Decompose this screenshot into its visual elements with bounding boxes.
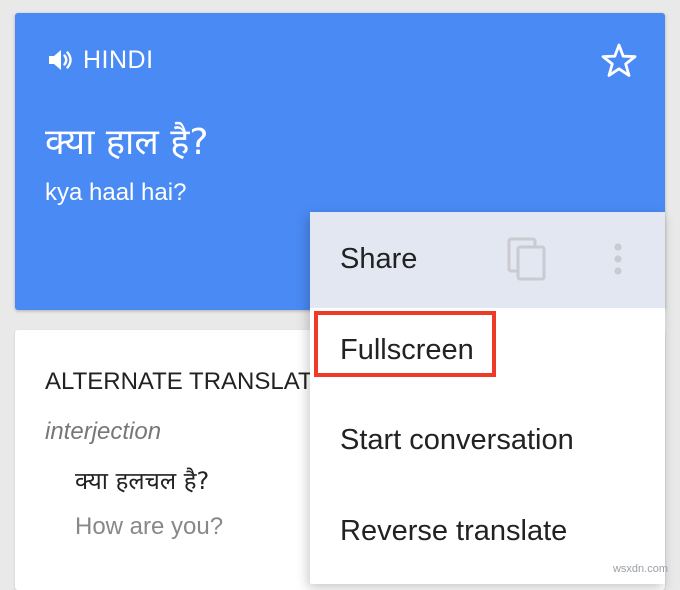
- menu-item-reverse-translate[interactable]: Reverse translate: [340, 515, 567, 548]
- speaker-icon[interactable]: [45, 45, 75, 75]
- context-menu: Share Fullscreen Start conversation Reve…: [310, 212, 665, 584]
- highlight-box: [314, 311, 496, 377]
- menu-top-row: Share: [310, 212, 665, 308]
- language-row[interactable]: HINDI: [45, 45, 154, 75]
- watermark: wsxdn.com: [612, 563, 668, 575]
- source-text: क्या हाल है?: [45, 122, 209, 163]
- star-outline-icon[interactable]: [599, 41, 639, 81]
- alternate-meaning: How are you?: [75, 513, 224, 540]
- alternate-word[interactable]: क्या हलचल है?: [75, 464, 209, 497]
- romanized-text: kya haal hai?: [45, 179, 187, 206]
- more-vert-icon[interactable]: [610, 239, 626, 279]
- copy-icon[interactable]: [506, 236, 548, 282]
- menu-item-start-conversation[interactable]: Start conversation: [340, 424, 574, 457]
- menu-item-share[interactable]: Share: [340, 243, 417, 276]
- part-of-speech: interjection: [45, 418, 162, 445]
- language-label: HINDI: [83, 45, 154, 74]
